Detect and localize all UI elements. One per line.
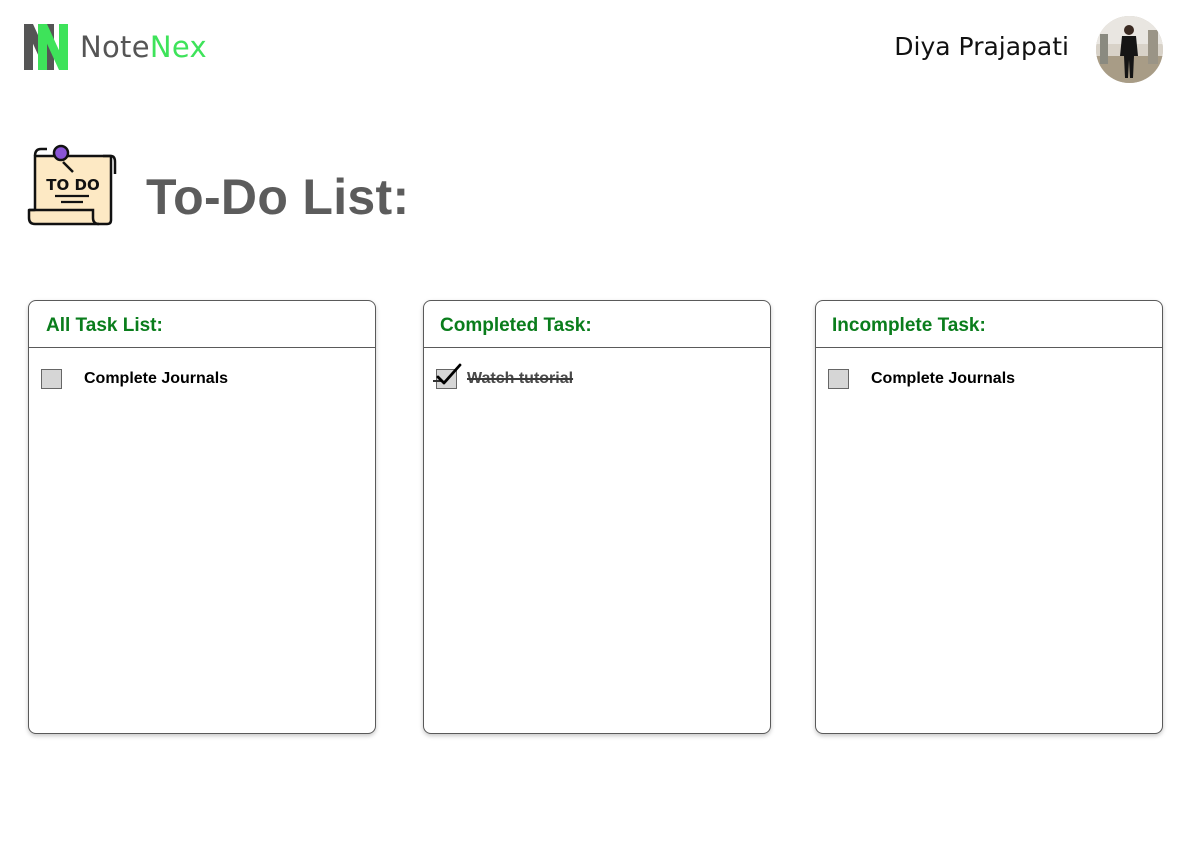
incomplete-tasks-header: Incomplete Task: bbox=[816, 301, 1162, 348]
todo-note-icon: TO DO bbox=[27, 144, 117, 226]
task-label: Complete Journals bbox=[871, 370, 1016, 387]
task-item[interactable]: Complete Journals bbox=[41, 369, 228, 389]
all-tasks-header: All Task List: bbox=[29, 301, 375, 348]
app-name: NoteNex bbox=[80, 30, 207, 64]
user-name: Diya Prajapati bbox=[894, 32, 1069, 61]
notenex-logo-icon bbox=[24, 24, 68, 70]
task-checkbox[interactable] bbox=[828, 369, 849, 389]
task-label: Watch tutorial bbox=[467, 370, 574, 387]
logo-text-note: Note bbox=[80, 30, 150, 64]
page-title: To-Do List: bbox=[146, 169, 410, 225]
task-item[interactable]: Complete Journals bbox=[828, 369, 1015, 389]
logo-text-nex: Nex bbox=[149, 30, 207, 64]
checkmark-icon bbox=[436, 363, 462, 385]
todo-icon-text: TO DO bbox=[46, 176, 99, 194]
completed-tasks-header: Completed Task: bbox=[424, 301, 770, 348]
task-label: Complete Journals bbox=[84, 370, 229, 387]
task-checkbox[interactable] bbox=[41, 369, 62, 389]
completed-tasks-panel: Completed Task: Watch tutorial bbox=[423, 300, 771, 734]
user-avatar[interactable] bbox=[1096, 16, 1163, 83]
task-checkbox-checked[interactable] bbox=[433, 363, 462, 389]
app-logo[interactable]: NoteNex bbox=[24, 22, 207, 72]
task-item[interactable]: Watch tutorial bbox=[433, 363, 574, 389]
incomplete-tasks-panel: Incomplete Task: Complete Journals bbox=[815, 300, 1163, 734]
avatar-image bbox=[1096, 16, 1163, 83]
all-tasks-panel: All Task List: Complete Journals bbox=[28, 300, 376, 734]
